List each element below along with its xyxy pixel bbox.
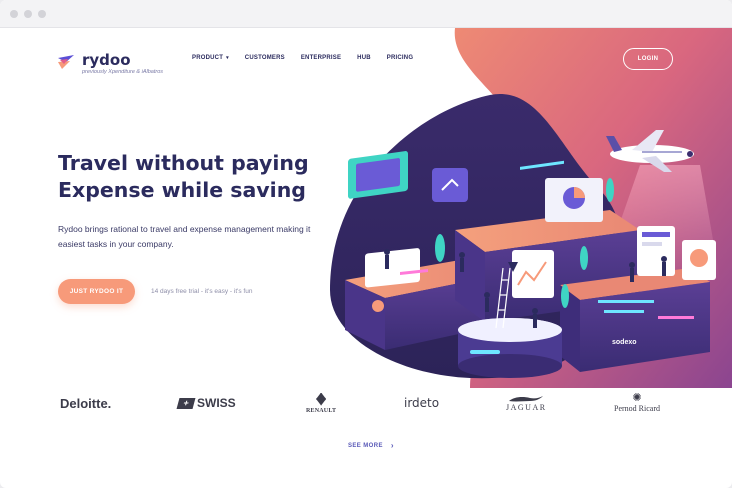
hero-headline-line2: Expense while saving bbox=[58, 178, 306, 202]
illustration-sodexo-label: sodexo bbox=[612, 339, 637, 346]
client-renault-label: RENAULT bbox=[306, 407, 337, 414]
login-button[interactable]: LOGIN bbox=[623, 48, 673, 70]
client-deloitte-logo: Deloitte. bbox=[60, 395, 112, 411]
client-pernod-ricard-logo: ✺ Pernod Ricard bbox=[614, 388, 660, 418]
brand-tagline: previously Xpenditure & iAlbatros bbox=[82, 69, 164, 75]
just-rydoo-it-button[interactable]: JUST RYDOO IT bbox=[58, 279, 135, 304]
rydoo-bird-icon bbox=[58, 55, 74, 69]
renault-diamond-icon bbox=[316, 392, 327, 406]
trial-note: 14 days free trial - it's easy - it's fu… bbox=[151, 288, 253, 295]
browser-window: sodexo rydoo previously Xpenditure & iAl… bbox=[0, 0, 732, 488]
client-swiss-label: SWISS bbox=[197, 396, 236, 410]
client-jaguar-label: JAGUAR bbox=[506, 402, 547, 412]
client-pernod-label: Pernod Ricard bbox=[614, 404, 660, 413]
main-nav: PRODUCT ▾ CUSTOMERS ENTERPRISE HUB PRICI… bbox=[192, 55, 429, 61]
see-more-link[interactable]: SEE MORE › bbox=[348, 441, 394, 450]
client-swiss-logo: + SWISS bbox=[176, 388, 236, 418]
chevron-down-icon: ▾ bbox=[226, 55, 229, 61]
client-renault-logo: RENAULT bbox=[306, 388, 336, 418]
nav-product[interactable]: PRODUCT ▾ bbox=[192, 55, 229, 61]
minimize-window-icon[interactable] bbox=[24, 10, 32, 18]
nav-pricing[interactable]: PRICING bbox=[387, 55, 413, 61]
jaguar-leaper-icon bbox=[509, 395, 544, 401]
client-jaguar-logo: JAGUAR bbox=[506, 388, 547, 418]
see-more-label: SEE MORE bbox=[348, 442, 383, 449]
close-window-icon[interactable] bbox=[10, 10, 18, 18]
client-logos: Deloitte. + SWISS RENAULT irdeto JAGUAR … bbox=[0, 388, 732, 424]
nav-enterprise[interactable]: ENTERPRISE bbox=[301, 55, 341, 61]
brand-logo[interactable]: rydoo previously Xpenditure & iAlbatros bbox=[56, 51, 163, 75]
brand-name: rydoo bbox=[82, 51, 131, 69]
hero-headline: Travel without paying Expense while savi… bbox=[58, 150, 318, 204]
nav-product-label: PRODUCT bbox=[192, 55, 224, 61]
swiss-cross-icon: + bbox=[176, 397, 196, 409]
hero-illustration: sodexo bbox=[330, 28, 732, 388]
window-titlebar bbox=[0, 0, 732, 28]
nav-hub[interactable]: HUB bbox=[357, 55, 371, 61]
chevron-right-icon: › bbox=[390, 441, 394, 450]
maximize-window-icon[interactable] bbox=[38, 10, 46, 18]
pernod-star-icon: ✺ bbox=[632, 392, 642, 404]
hero-headline-line1: Travel without paying bbox=[58, 151, 309, 175]
client-irdeto-logo: irdeto bbox=[404, 396, 440, 410]
nav-customers[interactable]: CUSTOMERS bbox=[245, 55, 285, 61]
hero-subtext: Rydoo brings rational to travel and expe… bbox=[58, 224, 311, 249]
